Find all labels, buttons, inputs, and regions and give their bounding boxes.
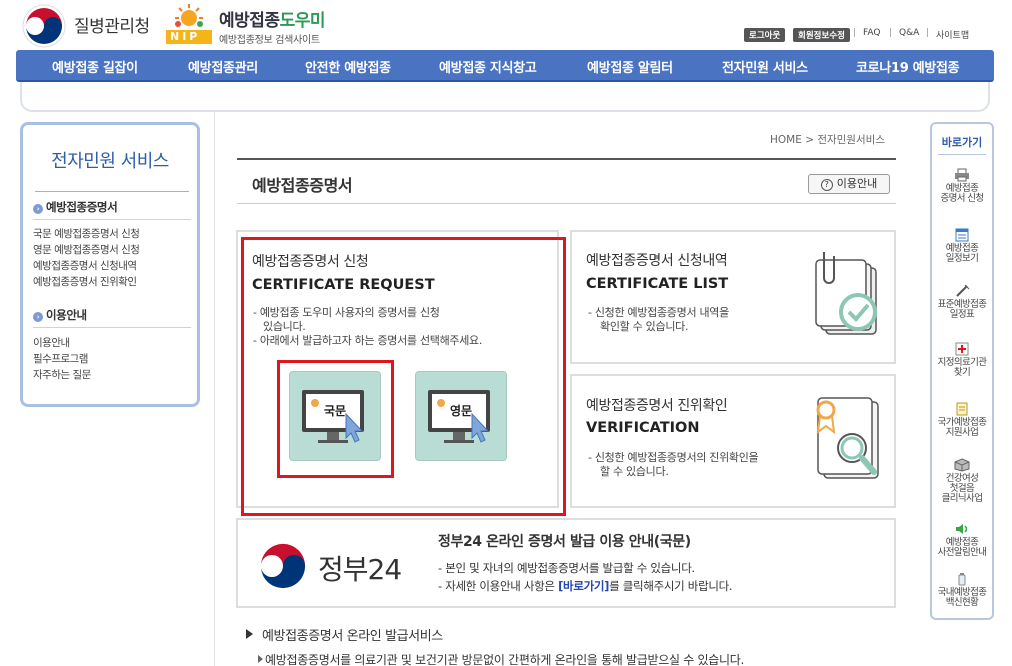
- sidebar-item-faq[interactable]: 자주하는 질문: [33, 367, 91, 382]
- sidebar-item-usage[interactable]: 이용안내: [33, 335, 70, 350]
- speaker-icon: [956, 524, 968, 534]
- highlight-frame-korean: [277, 360, 394, 478]
- nav-item-knowledge[interactable]: 예방접종 지식창고: [439, 57, 537, 76]
- quick-item-women-clinic[interactable]: 건강여성 첫걸음 클리닉사업: [932, 458, 992, 504]
- breadcrumb: HOME > 전자민원서비스: [770, 134, 885, 146]
- quick-item-pre-notice[interactable]: 예방접종 사전알림안내: [932, 522, 992, 558]
- nav-item-management[interactable]: 예방접종관리: [188, 57, 258, 76]
- separator: |: [853, 28, 857, 38]
- quick-menu: 바로가기 예방접종 증명서 신청 예방접종 일정보기 표준예방접종 일정표 지정의료기…: [930, 122, 994, 620]
- separator: |: [926, 28, 930, 38]
- quick-item-schedule[interactable]: 예방접종 일정보기: [932, 228, 992, 264]
- nav-item-guide[interactable]: 예방접종 길잡이: [52, 57, 138, 76]
- list-title-en: CERTIFICATE LIST: [586, 276, 729, 292]
- page-title: 예방접종증명서: [252, 176, 353, 195]
- bullet-icon: ›: [33, 204, 43, 214]
- list-desc-line1b: 확인할 수 있습니다.: [600, 320, 689, 333]
- gov24-logo-icon[interactable]: [256, 539, 310, 593]
- divider: [35, 191, 189, 192]
- logout-button[interactable]: 로그아웃: [744, 28, 786, 42]
- sidebar-item-korean-request[interactable]: 국문 예방접종증명서 신청: [33, 226, 140, 241]
- sidebar-item-verification[interactable]: 예방접종증명서 진위확인: [33, 274, 137, 289]
- hospital-icon: [955, 342, 969, 356]
- usage-guide-button[interactable]: ? 이용안내: [808, 174, 890, 194]
- box-icon: [954, 458, 970, 472]
- quick-item-standard-schedule[interactable]: 표준예방접종 일정표: [932, 284, 992, 320]
- faq-link[interactable]: FAQ: [863, 28, 880, 38]
- nav-item-eservice[interactable]: 전자민원 서비스: [722, 57, 808, 76]
- gov24-shortcut-link[interactable]: [바로가기]: [558, 579, 609, 593]
- divider: [33, 219, 191, 220]
- syringe-icon: [956, 284, 970, 297]
- agency-logo[interactable]: [22, 4, 66, 48]
- gov24-desc-line2: - 자세한 이용안내 사항은 [바로가기]를 클릭해주시기 바랍니다.: [438, 579, 733, 593]
- sub-nav-bar: [20, 82, 990, 112]
- list-desc-line1: - 신청한 예방접종증명서 내역을: [588, 306, 729, 319]
- quick-item-national-support[interactable]: 국가예방접종 지원사업: [932, 402, 992, 438]
- magnifier-certificate-icon: [816, 397, 879, 479]
- verify-title: 예방접종증명서 진위확인: [586, 398, 728, 414]
- site-title[interactable]: 예방접종도우미: [219, 6, 325, 31]
- bullet-icon: ›: [33, 312, 43, 322]
- arrow-right-icon: [246, 629, 253, 639]
- document-clip-icon: [815, 252, 877, 335]
- list-title: 예방접종증명서 신청내역: [586, 253, 728, 269]
- gov24-logo-text[interactable]: 정부24: [318, 548, 402, 588]
- bullet-arrow-icon: [258, 655, 263, 663]
- divider: [938, 154, 986, 155]
- sidebar-section-certificate[interactable]: › 예방접종증명서: [33, 199, 118, 215]
- agency-name[interactable]: 질병관리청: [74, 12, 150, 37]
- help-icon: ?: [820, 179, 833, 191]
- document-icon: [956, 402, 968, 416]
- nav-item-covid19[interactable]: 코로나19 예방접종: [856, 57, 960, 76]
- nav-item-notice[interactable]: 예방접종 알림터: [587, 57, 673, 76]
- quick-item-clinic-search[interactable]: 지정의료기관 찾기: [932, 342, 992, 378]
- verify-title-en: VERIFICATION: [586, 420, 700, 436]
- left-sidebar: 전자민원 서비스 › 예방접종증명서 국문 예방접종증명서 신청 영문 예방접종증…: [20, 122, 200, 407]
- separator: |: [889, 28, 893, 38]
- sidebar-item-english-request[interactable]: 영문 예방접종증명서 신청: [33, 242, 140, 257]
- printer-icon: [955, 168, 969, 182]
- vial-icon: [958, 573, 966, 586]
- online-service-heading: 예방접종증명서 온라인 발급서비스: [262, 629, 443, 644]
- quick-menu-title: 바로가기: [941, 136, 983, 149]
- nav-item-safety[interactable]: 안전한 예방접종: [305, 57, 391, 76]
- divider: [33, 327, 191, 328]
- gov24-desc-line1: - 본인 및 자녀의 예방접종증명서를 발급할 수 있습니다.: [438, 561, 695, 575]
- calendar-icon: [955, 228, 969, 242]
- divider: [214, 112, 215, 666]
- online-service-desc: 예방접종증명서를 의료기관 및 보건기관 방문없이 간편하게 온라인을 통해 발…: [265, 653, 745, 666]
- main-nav: 예방접종 길잡이 예방접종관리 안전한 예방접종 예방접종 지식창고 예방접종 …: [16, 50, 994, 82]
- divider: [237, 158, 896, 160]
- sidebar-item-programs[interactable]: 필수프로그램: [33, 351, 88, 366]
- sidebar-item-request-list[interactable]: 예방접종증명서 신청내역: [33, 258, 137, 273]
- qna-link[interactable]: Q&A: [899, 28, 919, 38]
- site-subtitle: 예방접종정보 검색사이트: [219, 35, 320, 46]
- edit-profile-button[interactable]: 회원정보수정: [793, 28, 850, 42]
- page: { "header": { "agency_name": "질병관리청", "n…: [0, 0, 1012, 666]
- sidebar-title: 전자민원 서비스: [51, 151, 169, 172]
- gov24-title: 정부24 온라인 증명서 발급 이용 안내(국문): [438, 534, 691, 550]
- quick-item-vaccine-status[interactable]: 국내예방접종 백신현황: [932, 572, 992, 608]
- nip-badge: NIP: [170, 30, 201, 43]
- verify-desc-line1b: 할 수 있습니다.: [600, 465, 669, 478]
- divider: [237, 203, 896, 204]
- quick-item-certificate[interactable]: 예방접종 증명서 신청: [932, 168, 992, 204]
- sidebar-section-guide[interactable]: › 이용안내: [33, 307, 87, 323]
- sitemap-link[interactable]: 사이트맵: [936, 28, 969, 41]
- verify-desc-line1: - 신청한 예방접종증명서의 진위확인을: [588, 451, 759, 464]
